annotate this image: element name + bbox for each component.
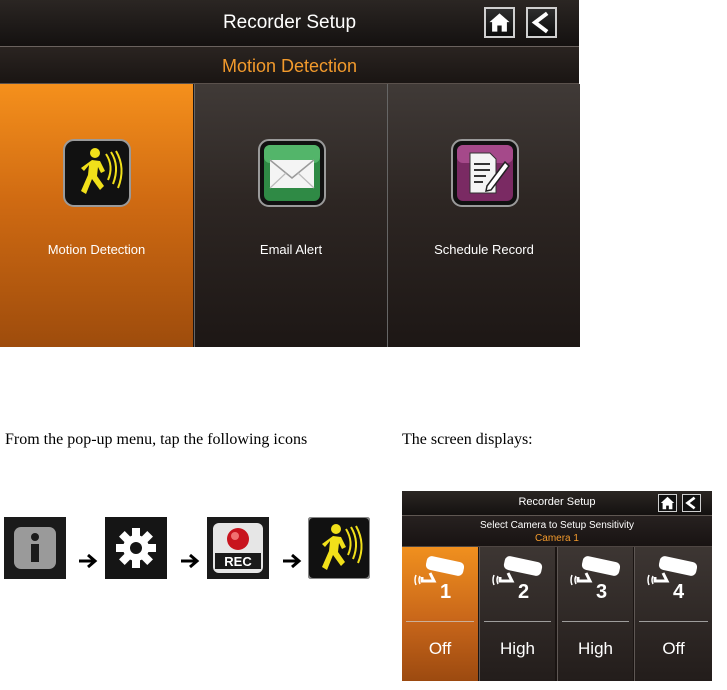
sensitivity-value: Off [428, 639, 452, 658]
email-alert-tile[interactable]: Email Alert [194, 84, 387, 347]
sensitivity-value: Off [662, 639, 685, 658]
schedule-record-label: Schedule Record [434, 242, 534, 257]
camera-button-2[interactable]: 2 High [479, 547, 555, 681]
screen-subtitle: Motion Detection [221, 56, 358, 76]
info-icon [4, 517, 66, 579]
arrow-right-icon [180, 552, 202, 570]
arrow-right-icon [282, 552, 304, 570]
instruction-text: From the pop-up menu, tap the following … [5, 431, 308, 448]
subtitle-bar: Motion Detection [0, 47, 579, 84]
divider [484, 621, 551, 622]
arrow-right-icon [78, 552, 100, 570]
motion-detection-icon [308, 517, 370, 579]
mini-title-bar: Recorder Setup [402, 491, 712, 516]
home-icon [489, 13, 510, 32]
schedule-record-icon [450, 138, 520, 208]
mini-back-button[interactable] [682, 494, 701, 512]
divider [639, 621, 708, 622]
camera-number: 1 [440, 581, 452, 603]
gear-icon [105, 517, 167, 579]
sensitivity-screen: Recorder Setup Select Camera to Setup Se… [402, 491, 712, 681]
mini-subtitle-bar: Select Camera to Setup Sensitivity Camer… [402, 516, 712, 547]
back-icon [685, 496, 696, 510]
title-bar: Recorder Setup [0, 0, 579, 47]
divider [406, 621, 474, 622]
back-button[interactable] [526, 7, 557, 38]
sensitivity-value: High [500, 639, 535, 658]
divider [562, 621, 629, 622]
home-button[interactable] [484, 7, 515, 38]
camera-number: 4 [673, 581, 685, 603]
sensitivity-value: High [578, 639, 613, 658]
back-icon [531, 11, 549, 34]
mini-home-button[interactable] [658, 494, 677, 512]
camera-number: 2 [518, 581, 530, 603]
home-icon [660, 496, 675, 510]
email-alert-label: Email Alert [259, 242, 323, 257]
rec-icon: REC [207, 517, 269, 579]
schedule-record-tile[interactable]: Schedule Record [387, 84, 580, 347]
mini-screen-subtitle: Select Camera to Setup Sensitivity [480, 520, 634, 531]
rec-label: REC [224, 554, 252, 569]
result-caption: The screen displays: [402, 431, 533, 448]
motion-detection-icon [62, 138, 132, 208]
camera-number: 3 [596, 581, 608, 603]
camera-button-4[interactable]: 4 Off [634, 547, 712, 681]
email-icon [257, 138, 327, 208]
camera-button-1[interactable]: 1 Off [402, 547, 478, 681]
motion-detection-tile[interactable]: Motion Detection [0, 84, 193, 347]
motion-detection-label: Motion Detection [47, 242, 146, 257]
camera-label: Camera 1 [535, 533, 579, 544]
recorder-setup-screen: Recorder Setup Motion Detection Motion D… [0, 0, 580, 347]
camera-button-3[interactable]: 3 High [557, 547, 633, 681]
